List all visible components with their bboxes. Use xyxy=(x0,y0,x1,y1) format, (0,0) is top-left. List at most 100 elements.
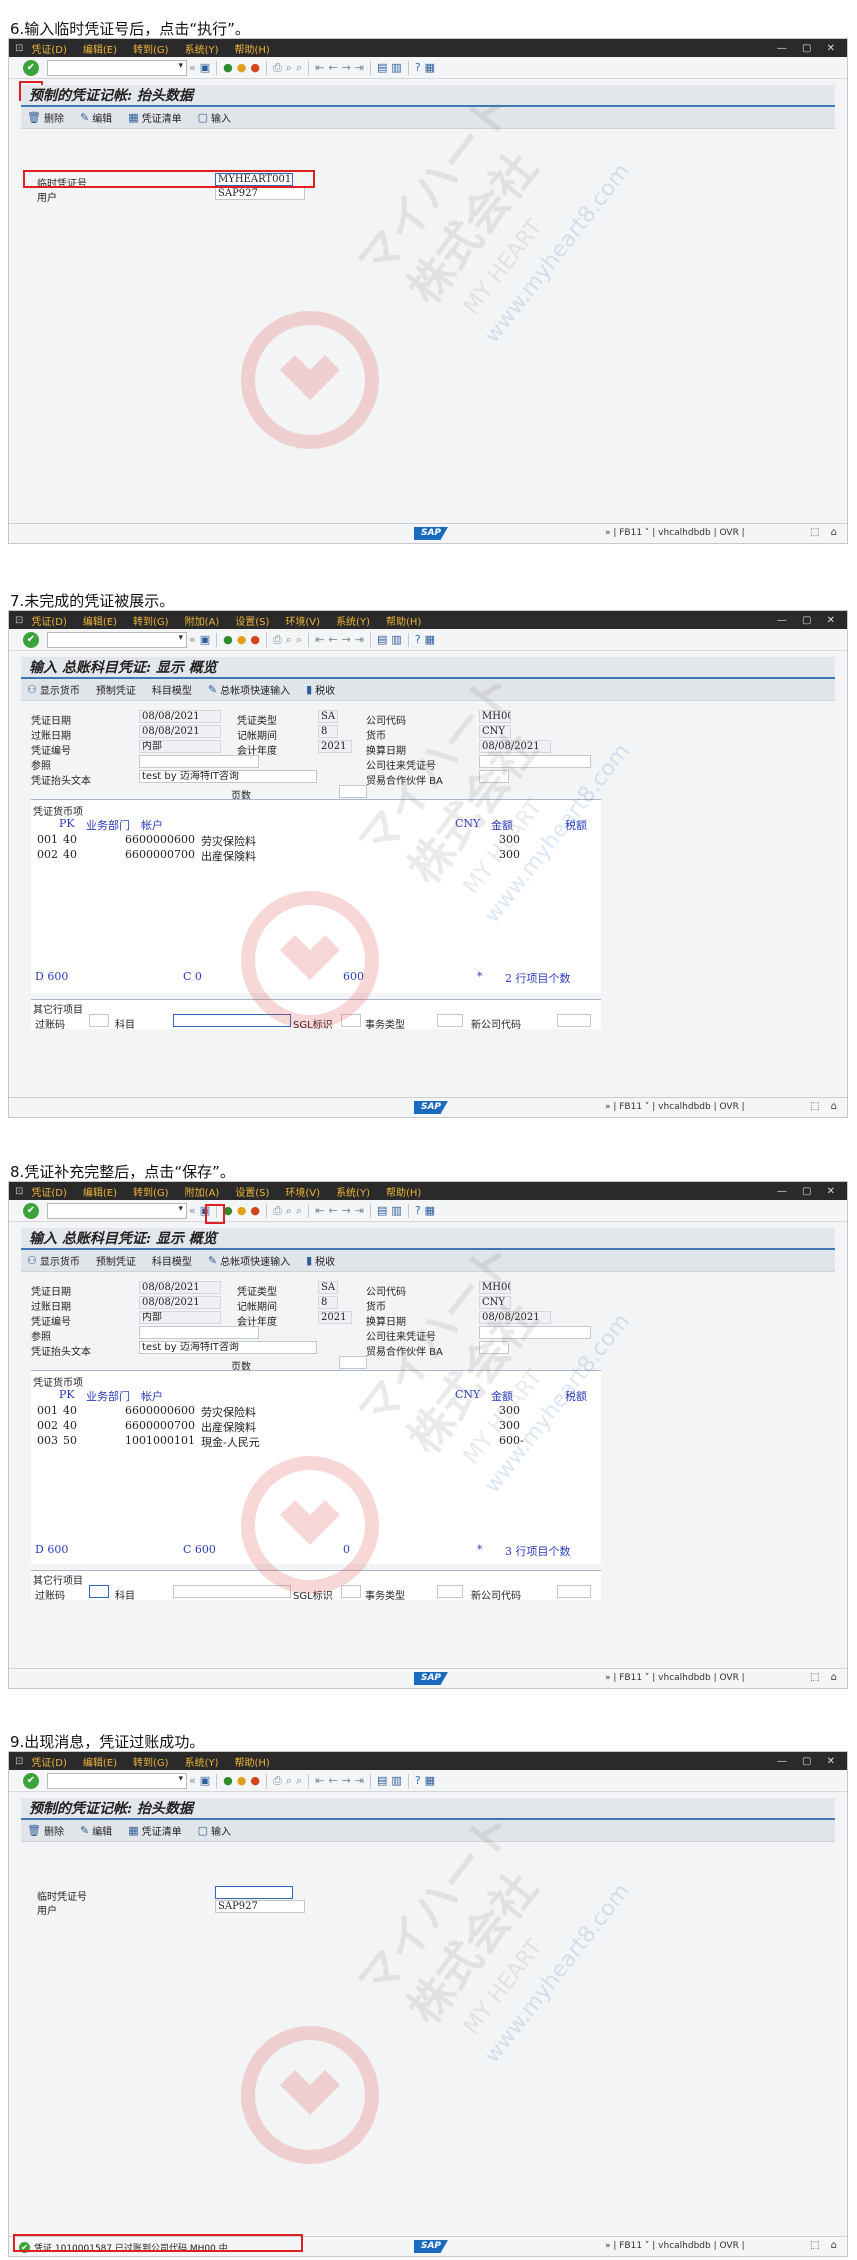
window-controls-icon[interactable]: — ▢ ✕ xyxy=(777,43,841,54)
exit-icon[interactable]: ● xyxy=(237,1774,247,1787)
double-chevron-icon[interactable]: « xyxy=(189,61,196,74)
menu-document[interactable]: 凭证(D) xyxy=(31,41,67,56)
last-page-icon[interactable]: ⇥ xyxy=(355,633,364,646)
currency-field[interactable]: CNY xyxy=(479,1296,511,1309)
input-button[interactable]: ▢ 输入 xyxy=(198,110,231,125)
exit-icon[interactable]: ● xyxy=(237,633,247,646)
fast-entry-button[interactable]: ✎ 总帐项快速输入 xyxy=(208,1253,290,1268)
status-end-icons[interactable]: ⬚ ⌂ xyxy=(810,527,841,538)
menu-settings[interactable]: 设置(S) xyxy=(235,613,269,628)
transaction-type-field[interactable] xyxy=(437,1014,463,1027)
last-page-icon[interactable]: ⇥ xyxy=(355,61,364,74)
sgl-field[interactable] xyxy=(341,1585,361,1598)
delete-button[interactable]: 🗑 删除 xyxy=(27,1823,64,1838)
fast-entry-button[interactable]: ✎ 总帐项快速输入 xyxy=(208,682,290,697)
page-field[interactable] xyxy=(339,785,367,798)
window-controls-icon[interactable]: — ▢ ✕ xyxy=(777,1756,841,1767)
save-icon[interactable]: ▣ xyxy=(200,61,210,74)
posting-key-field[interactable] xyxy=(89,1014,109,1027)
window-controls-icon[interactable]: — ▢ ✕ xyxy=(777,615,841,626)
find-next-icon[interactable]: ⌕ xyxy=(296,633,302,647)
item-no[interactable]: 002 xyxy=(37,1419,58,1432)
status-info[interactable]: » | FB11 ˅ | vhcalhdbdb | OVR | xyxy=(605,1102,745,1112)
print-icon[interactable]: ⎙ xyxy=(273,1774,282,1788)
print-icon[interactable]: ⎙ xyxy=(273,633,282,647)
user-input[interactable]: SAP927 xyxy=(215,1900,305,1913)
period-field[interactable]: 8 xyxy=(318,1296,338,1309)
menu-document[interactable]: 凭证(D) xyxy=(31,613,67,628)
execute-check-icon[interactable]: ✔ xyxy=(23,1772,39,1789)
exit-icon[interactable]: ● xyxy=(237,1204,247,1217)
doc-type-field[interactable]: SA xyxy=(318,710,338,723)
help-icon[interactable]: ? xyxy=(415,633,421,646)
last-page-icon[interactable]: ⇥ xyxy=(355,1774,364,1787)
input-button[interactable]: ▢ 输入 xyxy=(198,1823,231,1838)
new-company-field[interactable] xyxy=(557,1014,591,1027)
new-company-field[interactable] xyxy=(557,1585,591,1598)
new-session-icon[interactable]: ▤ xyxy=(377,1774,387,1787)
first-page-icon[interactable]: ⇤ xyxy=(315,1774,324,1787)
status-end-icons[interactable]: ⬚ ⌂ xyxy=(810,1672,841,1683)
save-icon[interactable]: ▣ xyxy=(200,1774,210,1787)
menu-help[interactable]: 帮助(H) xyxy=(235,1754,270,1769)
menu-goto[interactable]: 转到(G) xyxy=(133,41,169,56)
menu-edit[interactable]: 编辑(E) xyxy=(83,613,117,628)
menu-edit[interactable]: 编辑(E) xyxy=(83,41,117,56)
cancel-icon[interactable]: ● xyxy=(250,1774,260,1787)
next-page-icon[interactable]: → xyxy=(342,61,351,74)
currency-field[interactable]: CNY xyxy=(479,725,511,738)
item-no[interactable]: 001 xyxy=(37,1404,58,1417)
doc-date-field[interactable]: 08/08/2021 xyxy=(139,710,221,723)
execute-check-icon[interactable]: ✔ xyxy=(23,1202,39,1219)
app-menu-icon[interactable]: ⊡ xyxy=(15,1756,23,1767)
prev-page-icon[interactable]: ← xyxy=(328,1204,337,1217)
help-icon[interactable]: ? xyxy=(415,1204,421,1217)
cancel-icon[interactable]: ● xyxy=(250,1204,260,1217)
back-icon[interactable]: ● xyxy=(223,633,233,646)
save-icon[interactable]: ▣ xyxy=(200,633,210,646)
post-date-field[interactable]: 08/08/2021 xyxy=(139,1296,221,1309)
back-icon[interactable]: ● xyxy=(223,61,233,74)
menu-document[interactable]: 凭证(D) xyxy=(31,1754,67,1769)
status-info[interactable]: » | FB11 ˅ | vhcalhdbdb | OVR | xyxy=(605,1673,745,1683)
company-field[interactable]: MH00 xyxy=(479,710,511,723)
app-menu-icon[interactable]: ⊡ xyxy=(15,1186,23,1197)
app-menu-icon[interactable]: ⊡ xyxy=(15,43,23,54)
shortcut-icon[interactable]: ▥ xyxy=(391,633,401,646)
doc-date-field[interactable]: 08/08/2021 xyxy=(139,1281,221,1294)
menu-help[interactable]: 帮助(H) xyxy=(386,613,421,628)
prev-page-icon[interactable]: ← xyxy=(328,633,337,646)
command-field[interactable]: ▾ xyxy=(47,1772,187,1789)
menu-system[interactable]: 系统(Y) xyxy=(336,613,370,628)
next-page-icon[interactable]: → xyxy=(342,633,351,646)
cancel-icon[interactable]: ● xyxy=(250,633,260,646)
temp-doc-input[interactable] xyxy=(215,1886,293,1899)
item-no[interactable]: 002 xyxy=(37,848,58,861)
edit-button[interactable]: ✎ 编辑 xyxy=(80,110,112,125)
menu-document[interactable]: 凭证(D) xyxy=(31,1184,67,1199)
doc-no-field[interactable]: 内部 xyxy=(139,740,221,753)
window-controls-icon[interactable]: — ▢ ✕ xyxy=(777,1186,841,1197)
command-field[interactable]: ▾ xyxy=(47,59,187,76)
menu-help[interactable]: 帮助(H) xyxy=(235,41,270,56)
next-page-icon[interactable]: → xyxy=(342,1774,351,1787)
execute-check-icon[interactable]: ✔ xyxy=(23,59,39,76)
account-model-button[interactable]: 科目模型 xyxy=(152,1253,192,1268)
first-page-icon[interactable]: ⇤ xyxy=(315,633,324,646)
account-field[interactable] xyxy=(173,1585,291,1598)
trading-partner-field[interactable] xyxy=(479,1341,509,1354)
status-end-icons[interactable]: ⬚ ⌂ xyxy=(810,2240,841,2251)
prev-page-icon[interactable]: ← xyxy=(328,61,337,74)
double-chevron-icon[interactable]: « xyxy=(189,1774,196,1787)
header-text-field[interactable]: test by 迈海特IT咨询 xyxy=(139,1341,317,1354)
command-field[interactable]: ▾ xyxy=(47,1202,187,1219)
first-page-icon[interactable]: ⇤ xyxy=(315,61,324,74)
menu-system[interactable]: 系统(Y) xyxy=(185,41,219,56)
transaction-type-field[interactable] xyxy=(437,1585,463,1598)
menu-edit[interactable]: 编辑(E) xyxy=(83,1754,117,1769)
item-no[interactable]: 003 xyxy=(37,1434,58,1447)
prev-page-icon[interactable]: ← xyxy=(328,1774,337,1787)
help-icon[interactable]: ? xyxy=(415,61,421,74)
command-field[interactable]: ▾ xyxy=(47,631,187,648)
delete-button[interactable]: 🗑 删除 xyxy=(27,110,64,125)
